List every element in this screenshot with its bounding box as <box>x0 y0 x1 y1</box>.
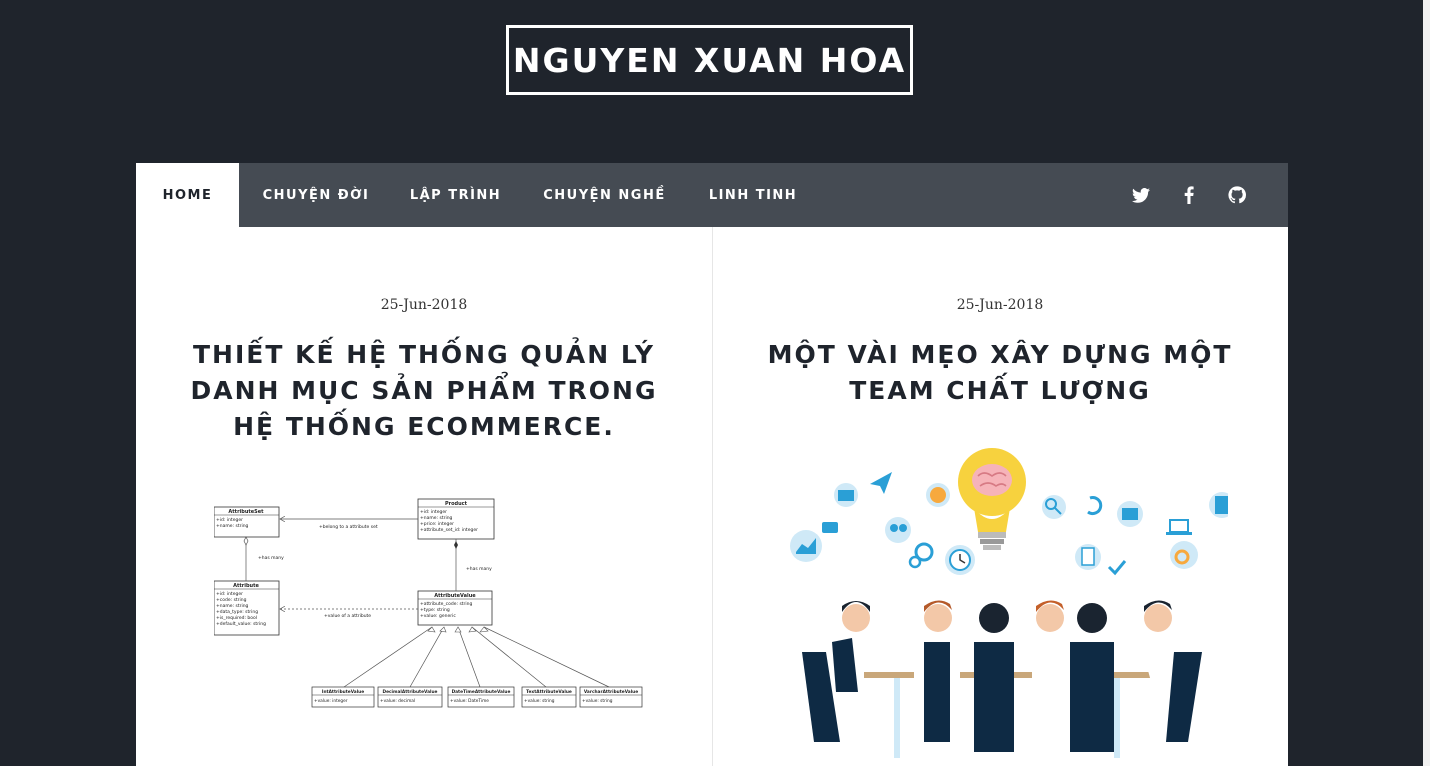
class-attribute-value: AttributeValue +attribute_code: string +… <box>417 590 493 626</box>
svg-text:+is_required: bool: +is_required: bool <box>216 615 257 621</box>
refresh-icon <box>1087 496 1103 516</box>
svg-text:DecimalAttributeValue: DecimalAttributeValue <box>383 689 438 695</box>
class-int-attribute-value: IntAttributeValue +value: integer <box>311 686 375 708</box>
svg-text:+value: DateTime: +value: DateTime <box>450 698 489 704</box>
clock-icon <box>945 545 975 575</box>
svg-text:IntAttributeValue: IntAttributeValue <box>322 689 364 695</box>
svg-text:+name: string: +name: string <box>420 515 453 521</box>
svg-text:+attribute_set_id: integer: +attribute_set_id: integer <box>420 527 478 533</box>
svg-text:+has many: +has many <box>258 555 284 561</box>
svg-text:DateTimeAttributeValue: DateTimeAttributeValue <box>452 689 511 695</box>
site-logo[interactable]: NGUYEN XUAN HOA <box>506 25 913 95</box>
uml-class-diagram[interactable]: AttributeSet +id: integer +name: string … <box>214 497 644 717</box>
email-icon <box>834 483 858 507</box>
search-icon <box>1042 495 1066 519</box>
svg-text:+id: integer: +id: integer <box>420 509 447 515</box>
svg-text:+value: string: +value: string <box>524 698 555 704</box>
browser-icon <box>1117 501 1143 527</box>
nav-lap-trinh[interactable]: LẬP TRÌNH <box>393 163 518 227</box>
chart-icon <box>790 530 822 562</box>
group-icon <box>885 517 911 543</box>
post-card: 25-Jun-2018 THIẾT KẾ HỆ THỐNG QUẢN LÝ DA… <box>136 227 712 766</box>
svg-text:+id: integer: +id: integer <box>216 591 243 597</box>
main-navbar: HOME CHUYỆN ĐỜI LẬP TRÌNH CHUYỆN NGHỀ LI… <box>136 163 1288 227</box>
svg-text:Attribute: Attribute <box>233 583 259 589</box>
svg-text:+value: generic: +value: generic <box>420 613 456 619</box>
class-product: Product +id: integer +name: string +pric… <box>417 498 495 540</box>
team-people <box>802 600 1202 758</box>
svg-text:+attribute_code: string: +attribute_code: string <box>420 601 473 607</box>
team-illustration[interactable] <box>774 442 1228 766</box>
facebook-icon[interactable] <box>1179 185 1199 205</box>
gears-icon <box>908 542 934 569</box>
svg-text:+type: string: +type: string <box>420 607 450 613</box>
post-date: 25-Jun-2018 <box>956 297 1044 313</box>
svg-text:+id: integer: +id: integer <box>216 517 243 523</box>
svg-text:+value: string: +value: string <box>582 698 613 704</box>
class-decimal-attribute-value: DecimalAttributeValue +value: decimal <box>377 686 443 708</box>
post-card: 25-Jun-2018 MỘT VÀI MẸO XÂY DỰNG MỘT TEA… <box>712 227 1288 766</box>
clipboard-icon <box>1075 544 1101 570</box>
chat-icon <box>822 522 838 533</box>
class-datetime-attribute-value: DateTimeAttributeValue +value: DateTime <box>447 686 515 708</box>
svg-text:+name: string: +name: string <box>216 523 249 529</box>
nav-home[interactable]: HOME <box>136 163 239 227</box>
post-title[interactable]: MỘT VÀI MẸO XÂY DỰNG MỘT TEAM CHẤT LƯỢNG <box>752 337 1248 409</box>
svg-text:+belong to a attribute set: +belong to a attribute set <box>319 524 378 530</box>
send-icon <box>870 472 892 494</box>
lightbulb-icon <box>958 448 1026 550</box>
svg-text:+default_value: string: +default_value: string <box>216 621 266 627</box>
scrollbar[interactable] <box>1423 0 1430 766</box>
svg-text:+value: integer: +value: integer <box>314 698 348 704</box>
class-attribute: Attribute +id: integer +code: string +na… <box>214 580 280 636</box>
svg-text:+name: string: +name: string <box>216 603 249 609</box>
svg-text:AttributeValue: AttributeValue <box>434 593 476 599</box>
svg-text:+has many: +has many <box>466 566 492 572</box>
laptop-icon <box>1166 519 1192 535</box>
svg-text:Product: Product <box>445 501 468 507</box>
posts-grid: 25-Jun-2018 THIẾT KẾ HỆ THỐNG QUẢN LÝ DA… <box>136 227 1288 766</box>
post-title[interactable]: THIẾT KẾ HỆ THỐNG QUẢN LÝ DANH MỤC SẢN P… <box>176 337 672 445</box>
coin-icon <box>926 483 950 507</box>
svg-text:+code: string: +code: string <box>216 597 247 603</box>
class-text-attribute-value: TextAttributeValue +value: string <box>521 686 577 708</box>
checkmark-icon <box>1107 560 1127 576</box>
twitter-icon[interactable] <box>1131 185 1151 205</box>
nav-linh-tinh[interactable]: LINH TINH <box>691 163 815 227</box>
location-icon <box>1170 541 1198 569</box>
nav-chuyen-doi[interactable]: CHUYỆN ĐỜI <box>239 163 393 227</box>
svg-text:TextAttributeValue: TextAttributeValue <box>526 689 572 695</box>
github-icon[interactable] <box>1227 185 1247 205</box>
svg-text:+price: integer: +price: integer <box>420 521 454 527</box>
class-varchar-attribute-value: VarcharAttributeValue +value: string <box>579 686 643 708</box>
svg-text:+value of a attribute: +value of a attribute <box>324 613 371 619</box>
svg-text:AttributeSet: AttributeSet <box>228 509 264 515</box>
svg-text:+value: decimal: +value: decimal <box>380 698 415 704</box>
nav-chuyen-nghe[interactable]: CHUYỆN NGHỀ <box>518 163 691 227</box>
calculator-icon <box>1209 492 1228 518</box>
site-title[interactable]: NGUYEN XUAN HOA <box>513 41 906 80</box>
svg-text:+data_type: string: +data_type: string <box>216 609 258 615</box>
post-date: 25-Jun-2018 <box>380 297 468 313</box>
class-attribute-set: AttributeSet +id: integer +name: string <box>214 506 280 538</box>
svg-text:VarcharAttributeValue: VarcharAttributeValue <box>584 689 638 695</box>
